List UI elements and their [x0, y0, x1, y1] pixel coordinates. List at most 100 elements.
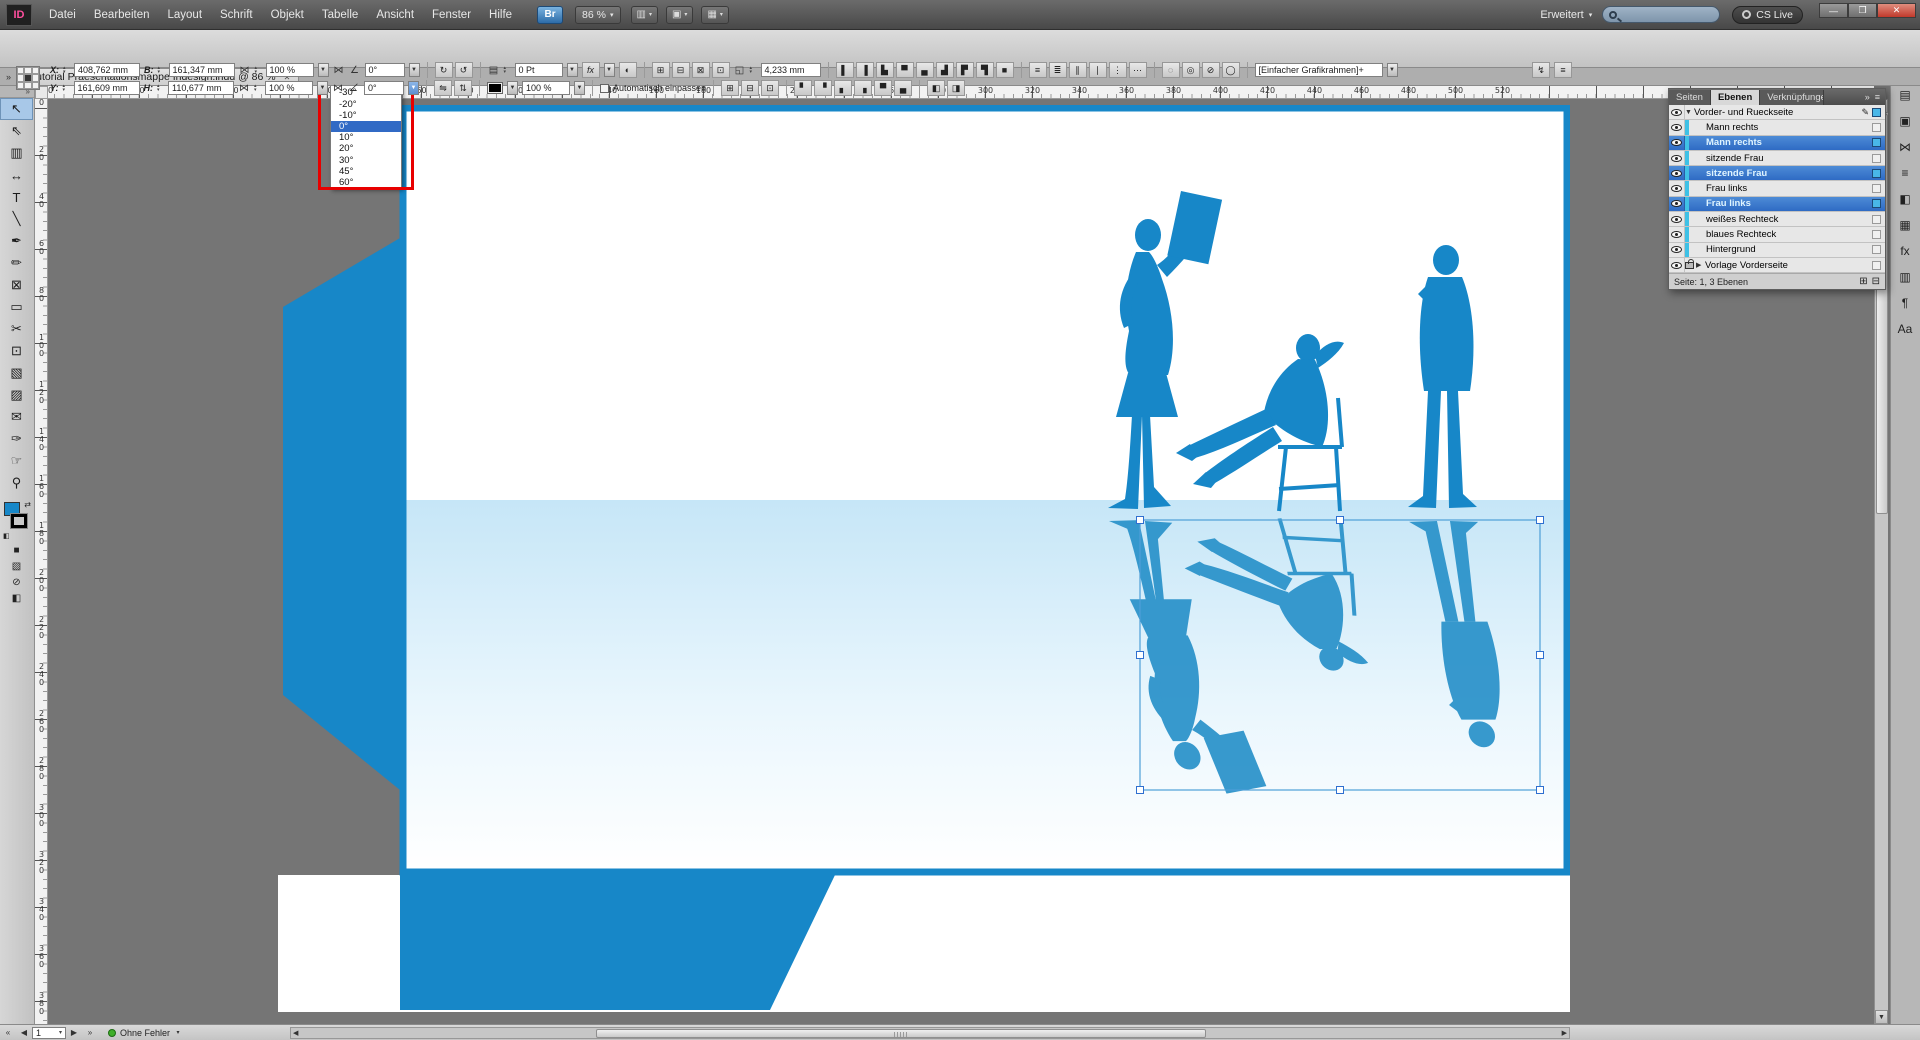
workspace-switcher[interactable]: Erweitert ▾	[1532, 9, 1600, 21]
layer-row[interactable]: Hintergrund	[1669, 243, 1885, 258]
locked-layer-row[interactable]: ▶ Vorlage Vorderseite	[1669, 258, 1885, 273]
minimize-button[interactable]: —	[1819, 3, 1848, 18]
selection-tool[interactable]: ↖	[0, 98, 33, 120]
shear-angle-option[interactable]: 45°	[331, 166, 401, 177]
y-position-field[interactable]: 161,609 mm	[74, 81, 140, 95]
layer-row[interactable]: Frau links	[1669, 181, 1885, 196]
layer-selection-indicator[interactable]	[1872, 215, 1881, 224]
scale-y-field[interactable]: 100 %	[265, 81, 313, 95]
shear-angle-option[interactable]: 10°	[331, 132, 401, 143]
new-layer-icon[interactable]: ⊞	[1859, 276, 1867, 287]
page-tool[interactable]: ▥	[0, 142, 33, 164]
fit-frame-to-content-icon[interactable]: ⊟	[672, 62, 690, 78]
view-options-button[interactable]: ▥ ▾	[631, 6, 658, 24]
selection-handle[interactable]	[1337, 517, 1344, 524]
stroke-weight-dropdown-button[interactable]: ▼	[567, 63, 578, 77]
scale-x-stepper[interactable]: ▴▾	[255, 66, 262, 74]
effects-panel-icon[interactable]: fx	[1891, 238, 1919, 264]
wrap-object-shape-icon[interactable]: ⊘	[1202, 62, 1220, 78]
menu-item[interactable]: Bearbeiten	[85, 5, 159, 25]
zoom-level-dropdown[interactable]: 86 % ▾	[575, 6, 620, 24]
zoom-tool[interactable]: ⚲	[0, 472, 33, 494]
visibility-eye-icon[interactable]	[1669, 212, 1685, 226]
close-button[interactable]: ✕	[1877, 3, 1916, 18]
free-transform-tool[interactable]: ⊡	[0, 340, 33, 362]
align-bottom-icon[interactable]: ▟	[936, 62, 954, 78]
visibility-eye-icon[interactable]	[1669, 151, 1685, 165]
distribute-left-icon[interactable]: ▛	[956, 62, 974, 78]
scale-y-stepper[interactable]: ▴▾	[254, 84, 261, 92]
height-stepper[interactable]: ▴▾	[157, 84, 164, 92]
link-scale-icon[interactable]: ⋈	[332, 83, 344, 94]
last-page-button[interactable]: »	[82, 1026, 98, 1040]
fill-frame-proportionally-icon[interactable]: ⊡	[712, 62, 730, 78]
selection-handle[interactable]	[1137, 652, 1144, 659]
distribute-center-icon[interactable]: ▜	[976, 62, 994, 78]
menu-item[interactable]: Tabelle	[313, 5, 367, 25]
layer-row[interactable]: sitzende Frau	[1669, 166, 1885, 181]
shear-angle-option[interactable]: 20°	[331, 143, 401, 154]
pen-tool[interactable]: ✒	[0, 230, 33, 252]
visibility-eye-icon[interactable]	[1669, 120, 1685, 134]
selection-handle[interactable]	[1537, 652, 1544, 659]
menu-item[interactable]: Layout	[158, 5, 211, 25]
stroke-weight-field[interactable]: 0 Pt	[515, 63, 563, 77]
no-text-wrap-icon[interactable]: ◌	[1162, 62, 1180, 78]
control-panel-menu-icon[interactable]: ≡	[1554, 62, 1572, 78]
screen-mode-normal-button[interactable]: ◧	[0, 590, 33, 606]
character-styles-panel-icon[interactable]: Aa	[1891, 316, 1919, 342]
menu-item[interactable]: Ansicht	[367, 5, 423, 25]
layer-row[interactable]: weißes Rechteck	[1669, 212, 1885, 227]
visibility-eye-icon[interactable]	[1669, 105, 1685, 119]
bottom-flap-shape[interactable]	[400, 875, 835, 1010]
x-position-field[interactable]: 408,762 mm	[74, 63, 140, 77]
info-panel-icon[interactable]: ▣	[1891, 108, 1919, 134]
align-center-h-icon[interactable]: ▐	[856, 62, 874, 78]
rotate-90-ccw-icon[interactable]: ↺	[455, 62, 473, 78]
y-stepper[interactable]: ▴▾	[63, 84, 70, 92]
align-h-right-icon[interactable]: ▖	[834, 80, 852, 96]
document-spread[interactable]	[278, 105, 1570, 1012]
apply-gradient-button[interactable]: ▧	[0, 558, 33, 574]
first-page-button[interactable]: «	[0, 1026, 16, 1040]
object-style-dropdown-button[interactable]: ▼	[1387, 63, 1398, 77]
swatches-panel-icon[interactable]: ▦	[1891, 212, 1919, 238]
corner-radius-stepper[interactable]: ▴▾	[750, 66, 757, 74]
layer-selection-indicator[interactable]	[1872, 138, 1881, 147]
next-page-button[interactable]: ▶	[66, 1026, 82, 1040]
color-panel-icon[interactable]: ◧	[1891, 186, 1919, 212]
horizontal-scrollbar[interactable]: ◀ ▶	[290, 1027, 1570, 1039]
layer-selection-indicator[interactable]	[1872, 169, 1881, 178]
link-scale-icon[interactable]: ⋈	[333, 65, 345, 76]
space-h-icon[interactable]: ∣	[1089, 62, 1107, 78]
selection-handle[interactable]	[1137, 787, 1144, 794]
flip-vertical-icon[interactable]: ⇅	[454, 80, 472, 96]
effects-icon-button[interactable]: ◐	[619, 62, 637, 78]
stroke-weight-stepper[interactable]: ▴▾	[504, 66, 511, 74]
x-stepper[interactable]: ▴▾	[63, 66, 70, 74]
hand-tool[interactable]: ☞	[0, 450, 33, 472]
scroll-down-icon[interactable]: ▼	[1875, 1010, 1888, 1024]
constrain-proportions-icon[interactable]: ⋈	[239, 65, 251, 76]
previous-page-button[interactable]: ◀	[16, 1026, 32, 1040]
align-v-top-icon[interactable]: ▗	[854, 80, 872, 96]
object-styles-panel-icon[interactable]: ▥	[1891, 264, 1919, 290]
expand-triangle-icon[interactable]: ▼	[1685, 109, 1694, 116]
align-v-center-icon[interactable]: ▀	[874, 80, 892, 96]
eyedropper-tool[interactable]: ✑	[0, 428, 33, 450]
align-top-icon[interactable]: ▀	[896, 62, 914, 78]
scale-y-dropdown-button[interactable]: ▼	[317, 81, 328, 95]
gradient-swatch-tool[interactable]: ▧	[0, 362, 33, 384]
layer-row[interactable]: blaues Rechteck	[1669, 227, 1885, 242]
scissors-tool[interactable]: ✂	[0, 318, 33, 340]
visibility-eye-icon[interactable]	[1669, 197, 1685, 211]
type-tool[interactable]: T	[0, 186, 33, 208]
arrange-documents-button[interactable]: ▦ ▾	[701, 6, 728, 24]
space-v-icon[interactable]: ⋮	[1109, 62, 1127, 78]
shear-angle-option[interactable]: -20°	[331, 99, 401, 110]
align-middle-icon[interactable]: ▄	[916, 62, 934, 78]
shear-angle-field[interactable]: 0°	[364, 81, 404, 95]
frame-fitting-icon[interactable]: ⊞	[721, 80, 739, 96]
preflight-menu-icon[interactable]: ▾	[170, 1026, 186, 1040]
selection-handle[interactable]	[1537, 517, 1544, 524]
